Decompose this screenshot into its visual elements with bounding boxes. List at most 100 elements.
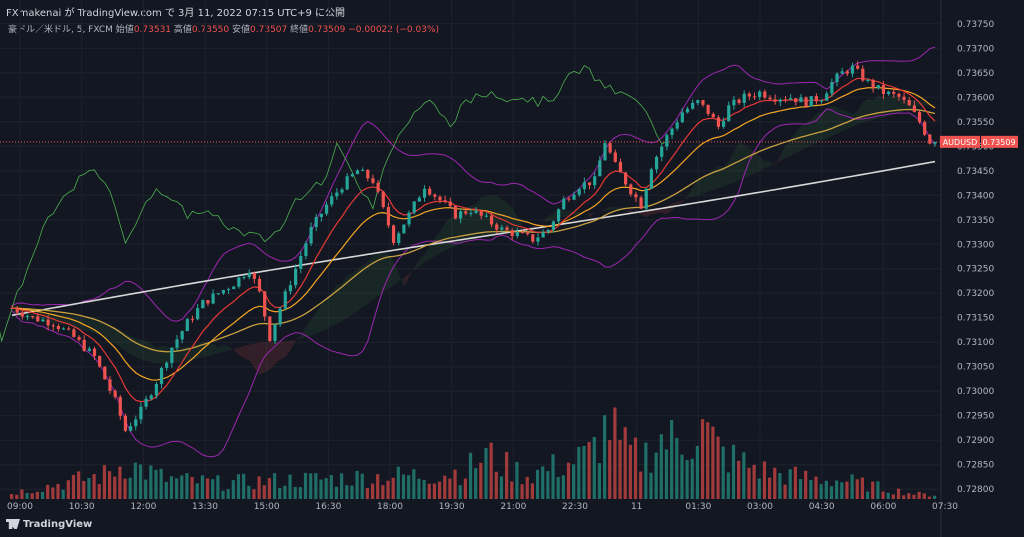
volume-bar bbox=[365, 488, 369, 499]
candle-body bbox=[386, 207, 391, 226]
volume-bar bbox=[494, 471, 498, 499]
cloud-segment bbox=[517, 215, 523, 230]
cloud-segment bbox=[213, 343, 219, 355]
candle-body bbox=[902, 96, 906, 100]
volume-bar bbox=[917, 491, 921, 499]
candle-body bbox=[624, 172, 628, 185]
candle-body bbox=[665, 134, 669, 147]
cloud-segment bbox=[481, 196, 487, 238]
price-tick-label: 0.73150 bbox=[957, 314, 994, 324]
candle-body bbox=[25, 316, 30, 318]
volume-bar bbox=[824, 480, 828, 499]
volume-bar bbox=[793, 466, 797, 499]
price-axis[interactable]: 0.73750 0.73700 0.73650 0.73600 0.73550 0.735… bbox=[940, 0, 1024, 537]
cloud-segment bbox=[218, 344, 224, 354]
candle-body bbox=[288, 285, 293, 292]
volume-bar bbox=[82, 480, 86, 499]
candlesticks bbox=[10, 61, 937, 433]
candle-body bbox=[180, 331, 184, 340]
indicator-lines bbox=[0, 46, 936, 458]
volume-bar bbox=[128, 477, 132, 499]
candle-body bbox=[87, 348, 91, 351]
volume-bar bbox=[102, 465, 107, 499]
candle-body bbox=[268, 316, 272, 342]
volume-bar bbox=[484, 448, 488, 499]
price-tick-label: 0.72950 bbox=[957, 412, 994, 422]
candle-body bbox=[428, 188, 432, 195]
volume-bar bbox=[169, 476, 174, 499]
cloud-segment bbox=[403, 273, 410, 287]
candle-body bbox=[433, 194, 437, 197]
candle-body bbox=[711, 113, 715, 118]
volume-bar bbox=[15, 494, 19, 499]
time-tick-label: 01:30 bbox=[685, 502, 711, 512]
volume-bar bbox=[190, 477, 194, 499]
candle-body bbox=[830, 82, 834, 94]
candle-body bbox=[778, 99, 782, 102]
volume-bar bbox=[613, 407, 617, 499]
volume-bar bbox=[659, 434, 663, 499]
candle-body bbox=[51, 325, 55, 327]
volume-bar bbox=[798, 479, 803, 499]
cloud-segment bbox=[321, 300, 327, 332]
volume-bar bbox=[731, 444, 736, 499]
cloud-segment bbox=[769, 161, 776, 167]
candle-body bbox=[123, 415, 128, 431]
volume-bar bbox=[608, 440, 612, 499]
volume-bar bbox=[309, 473, 313, 499]
candle-body bbox=[536, 237, 540, 242]
time-tick-label: 06:00 bbox=[870, 502, 896, 512]
cloud-segment bbox=[842, 110, 848, 132]
candle-body bbox=[144, 398, 148, 407]
cloud-segment bbox=[285, 340, 291, 358]
volume-bar bbox=[546, 471, 550, 499]
volume-bar bbox=[123, 478, 127, 499]
cloud-segment bbox=[58, 313, 64, 325]
volume-bar bbox=[355, 470, 359, 499]
candle-body bbox=[72, 329, 76, 337]
cloud-segment bbox=[811, 113, 817, 146]
cloud-segment bbox=[254, 342, 260, 375]
candle-body bbox=[747, 93, 751, 97]
candle-body bbox=[324, 204, 329, 214]
volume-bar bbox=[721, 446, 725, 499]
volume-bar bbox=[412, 469, 416, 499]
cloud-segment bbox=[151, 344, 157, 364]
volume-bar bbox=[700, 419, 705, 499]
volume-bar bbox=[520, 484, 524, 499]
volume-bar bbox=[850, 474, 854, 499]
candle-body bbox=[77, 336, 81, 340]
candle-body bbox=[159, 367, 164, 384]
volume-bar bbox=[767, 477, 772, 499]
cloud-segment bbox=[697, 178, 703, 196]
volume-bar bbox=[525, 476, 529, 499]
time-tick-label: 13:30 bbox=[192, 502, 218, 512]
time-tick-label: 10:30 bbox=[69, 502, 95, 512]
candle-body bbox=[113, 390, 117, 398]
time-axis[interactable]: 09:00 10:30 12:00 13:30 15:00 16:30 18:00 19:30… bbox=[7, 502, 958, 512]
volume-bar bbox=[891, 494, 895, 499]
price-chart[interactable]: 0.73750 0.73700 0.73650 0.73600 0.73550 0.735… bbox=[0, 0, 1024, 537]
candle-body bbox=[876, 85, 880, 89]
candle-body bbox=[459, 211, 463, 219]
candle-body bbox=[82, 339, 86, 351]
price-tick-label: 0.73100 bbox=[957, 338, 994, 348]
cloud-segment bbox=[816, 111, 822, 143]
candle-body bbox=[520, 232, 525, 234]
volume-bar bbox=[458, 485, 462, 499]
candle-body bbox=[453, 206, 458, 219]
volume-bar bbox=[71, 474, 76, 499]
volume-bar bbox=[886, 492, 890, 499]
grid bbox=[0, 0, 946, 499]
candle-body bbox=[103, 366, 107, 380]
candle-body bbox=[912, 105, 916, 112]
volume-bar bbox=[933, 495, 937, 499]
cloud-segment bbox=[764, 160, 770, 169]
volume-bar bbox=[376, 474, 380, 499]
candle-body bbox=[391, 225, 396, 244]
candle-body bbox=[804, 97, 808, 107]
volume-bar bbox=[489, 442, 493, 499]
volume-bar bbox=[711, 426, 715, 499]
candle-body bbox=[381, 191, 385, 208]
volume-bar bbox=[778, 473, 782, 499]
